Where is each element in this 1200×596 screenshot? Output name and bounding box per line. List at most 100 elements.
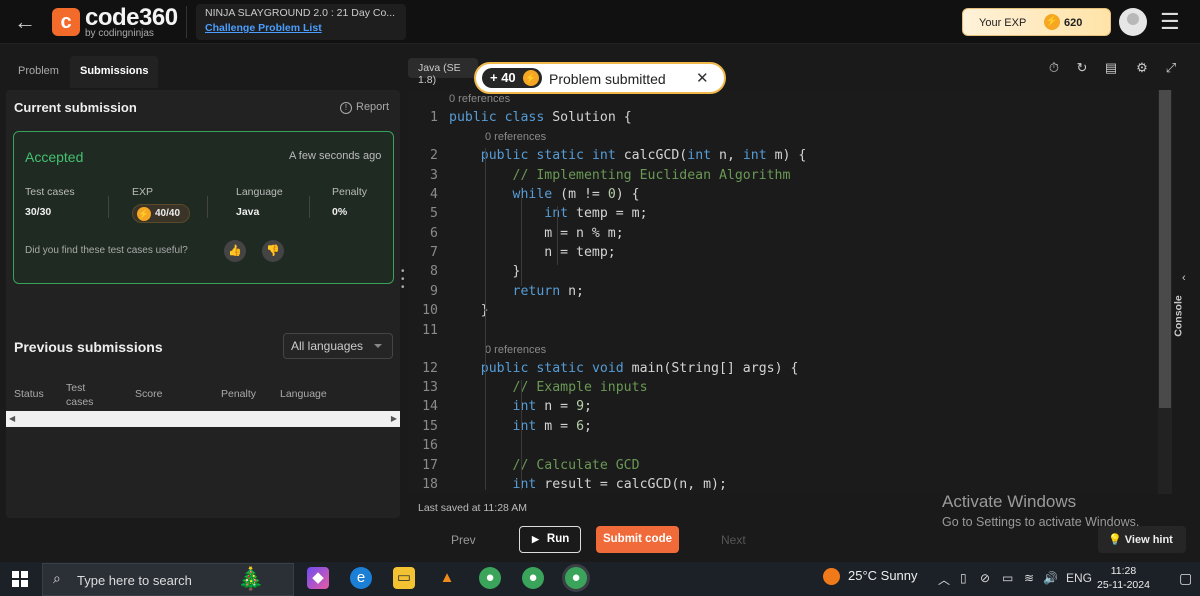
code-line[interactable]: m = n % m;: [449, 226, 623, 241]
left-tabs: Problem Submissions: [0, 56, 404, 88]
activate-windows-watermark: Activate Windows Go to Settings to activ…: [942, 492, 1139, 529]
close-icon[interactable]: ✕: [696, 69, 709, 87]
code-line[interactable]: int temp = m;: [449, 206, 647, 221]
tab-submissions[interactable]: Submissions: [70, 56, 159, 88]
test-cases-value: 30/30: [25, 206, 52, 218]
code360-logo[interactable]: c code360 by codingninjas: [52, 4, 182, 40]
column-penalty: Penalty: [221, 388, 257, 400]
submit-code-button[interactable]: Submit code: [596, 526, 679, 553]
exp-label: Your EXP: [979, 17, 1027, 29]
useful-question: Did you find these test cases useful?: [25, 245, 188, 256]
column-language: Language: [280, 388, 327, 400]
timer-icon[interactable]: ⏱: [1046, 60, 1062, 76]
code-line[interactable]: // Implementing Euclidean Algorithm: [449, 168, 791, 183]
tray-chevron-up-icon[interactable]: ︿: [938, 571, 950, 588]
thumbs-up-icon[interactable]: 👍: [224, 240, 246, 262]
metric-divider: [108, 196, 109, 218]
line-number: 16: [422, 438, 438, 453]
code-line[interactable]: int result = calcGCD(n, m);: [449, 477, 727, 492]
code-line[interactable]: n = temp;: [449, 245, 615, 260]
system-clock[interactable]: 11:28 25-11-2024: [1097, 564, 1150, 592]
file-explorer-icon[interactable]: ▭: [393, 567, 415, 589]
battery-icon[interactable]: ▭: [1002, 571, 1013, 585]
code-line[interactable]: }: [449, 303, 489, 318]
avatar[interactable]: [1119, 8, 1147, 36]
language-selector[interactable]: Java (SE 1.8): [408, 58, 478, 86]
report-label: Report: [356, 101, 390, 113]
christmas-tree-icon: 🎄: [237, 566, 265, 591]
line-number: 3: [430, 168, 438, 183]
line-number: 17: [422, 458, 438, 473]
code-lens-references[interactable]: 0 references: [449, 93, 510, 105]
windows-start-icon[interactable]: [12, 571, 28, 587]
scroll-right-icon[interactable]: ▶: [391, 414, 397, 423]
prev-button[interactable]: Prev: [451, 533, 476, 547]
column-status: Status: [14, 388, 44, 400]
device-icon[interactable]: ▯: [960, 571, 967, 585]
weather-widget[interactable]: 25°C Sunny: [823, 568, 918, 586]
chrome-icon[interactable]: ●: [479, 567, 501, 589]
code-line[interactable]: while (m != 0) {: [449, 187, 640, 202]
line-number: 4: [430, 187, 438, 202]
search-icon: ⌕: [53, 570, 61, 586]
language-filter-select[interactable]: All languages: [283, 333, 393, 359]
notification-icon[interactable]: ▢: [1179, 570, 1192, 587]
toast-message: Problem submitted: [549, 71, 666, 87]
lightbulb-icon: 💡: [1108, 534, 1125, 546]
code-line[interactable]: public static int calcGCD(int n, int m) …: [449, 148, 807, 163]
code-lens-references[interactable]: 0 references: [485, 131, 546, 143]
thumbs-down-icon[interactable]: 👎: [262, 240, 284, 262]
code-line[interactable]: // Example inputs: [449, 380, 648, 395]
editor-scrollbar[interactable]: [1159, 90, 1171, 408]
exp-badge[interactable]: Your EXP ⚡ 620: [962, 8, 1111, 36]
fullscreen-icon[interactable]: ⤢: [1163, 60, 1179, 76]
run-label: Run: [546, 533, 570, 545]
line-number: 8: [430, 264, 438, 279]
code-line[interactable]: public static void main(String[] args) {: [449, 361, 799, 376]
wifi-icon[interactable]: ≋: [1024, 571, 1034, 585]
code-line[interactable]: public class Solution {: [449, 110, 632, 125]
horizontal-scrollbar[interactable]: ◀ ▶: [6, 411, 400, 427]
chevron-down-icon: [374, 344, 382, 348]
hamburger-menu-icon[interactable]: ☰: [1160, 10, 1184, 34]
info-icon: !: [340, 102, 352, 114]
reset-icon[interactable]: ↻: [1074, 60, 1090, 76]
line-number: 1: [430, 110, 438, 125]
console-toggle[interactable]: ‹ Console: [1173, 262, 1198, 352]
code-line[interactable]: // Calculate GCD: [449, 458, 640, 473]
run-button[interactable]: ▶ Run: [519, 526, 581, 553]
previous-submissions-title: Previous submissions: [14, 339, 163, 355]
indent-guide: [485, 148, 486, 490]
view-hint-button[interactable]: 💡 View hint: [1098, 526, 1186, 553]
edge-browser-icon[interactable]: e: [350, 567, 372, 589]
next-button[interactable]: Next: [721, 533, 746, 547]
vlc-icon[interactable]: ▲: [436, 567, 458, 589]
tab-problem[interactable]: Problem: [8, 56, 69, 88]
language-filter-value: All languages: [291, 339, 364, 353]
network-icon[interactable]: ⊘: [980, 571, 990, 585]
scroll-left-icon[interactable]: ◀: [9, 414, 15, 423]
exp-value: 620: [1064, 17, 1083, 29]
column-score: Score: [135, 388, 163, 400]
lightning-coin-icon: ⚡: [1044, 14, 1060, 30]
penalty-header: Penalty: [332, 186, 368, 198]
settings-gear-icon[interactable]: ⚙: [1134, 60, 1150, 76]
exp-header: EXP: [132, 186, 154, 198]
code-lens-references[interactable]: 0 references: [485, 344, 546, 356]
toast-points: + 40: [490, 70, 516, 85]
code-editor[interactable]: 0 references 1 public class Solution { 0 re…: [408, 90, 1158, 494]
report-button[interactable]: ! Report: [340, 101, 389, 114]
code-line[interactable]: return n;: [449, 284, 584, 299]
layout-icon[interactable]: ▤: [1103, 60, 1119, 76]
sun-icon: [823, 568, 840, 586]
challenge-list-link[interactable]: Challenge Problem List: [205, 22, 397, 34]
panel-resize-handle[interactable]: • • •: [401, 267, 405, 294]
back-arrow-icon[interactable]: ←: [14, 9, 42, 35]
chrome-active-icon[interactable]: ●: [565, 567, 587, 589]
line-number: 7: [430, 245, 438, 260]
chrome-profile-icon[interactable]: ●: [522, 567, 544, 589]
taskbar-search-input[interactable]: ⌕ Type here to search 🎄: [42, 563, 294, 596]
copilot-icon[interactable]: ◆: [307, 567, 329, 589]
input-language[interactable]: ENG: [1066, 571, 1092, 585]
volume-icon[interactable]: 🔊: [1043, 571, 1058, 585]
